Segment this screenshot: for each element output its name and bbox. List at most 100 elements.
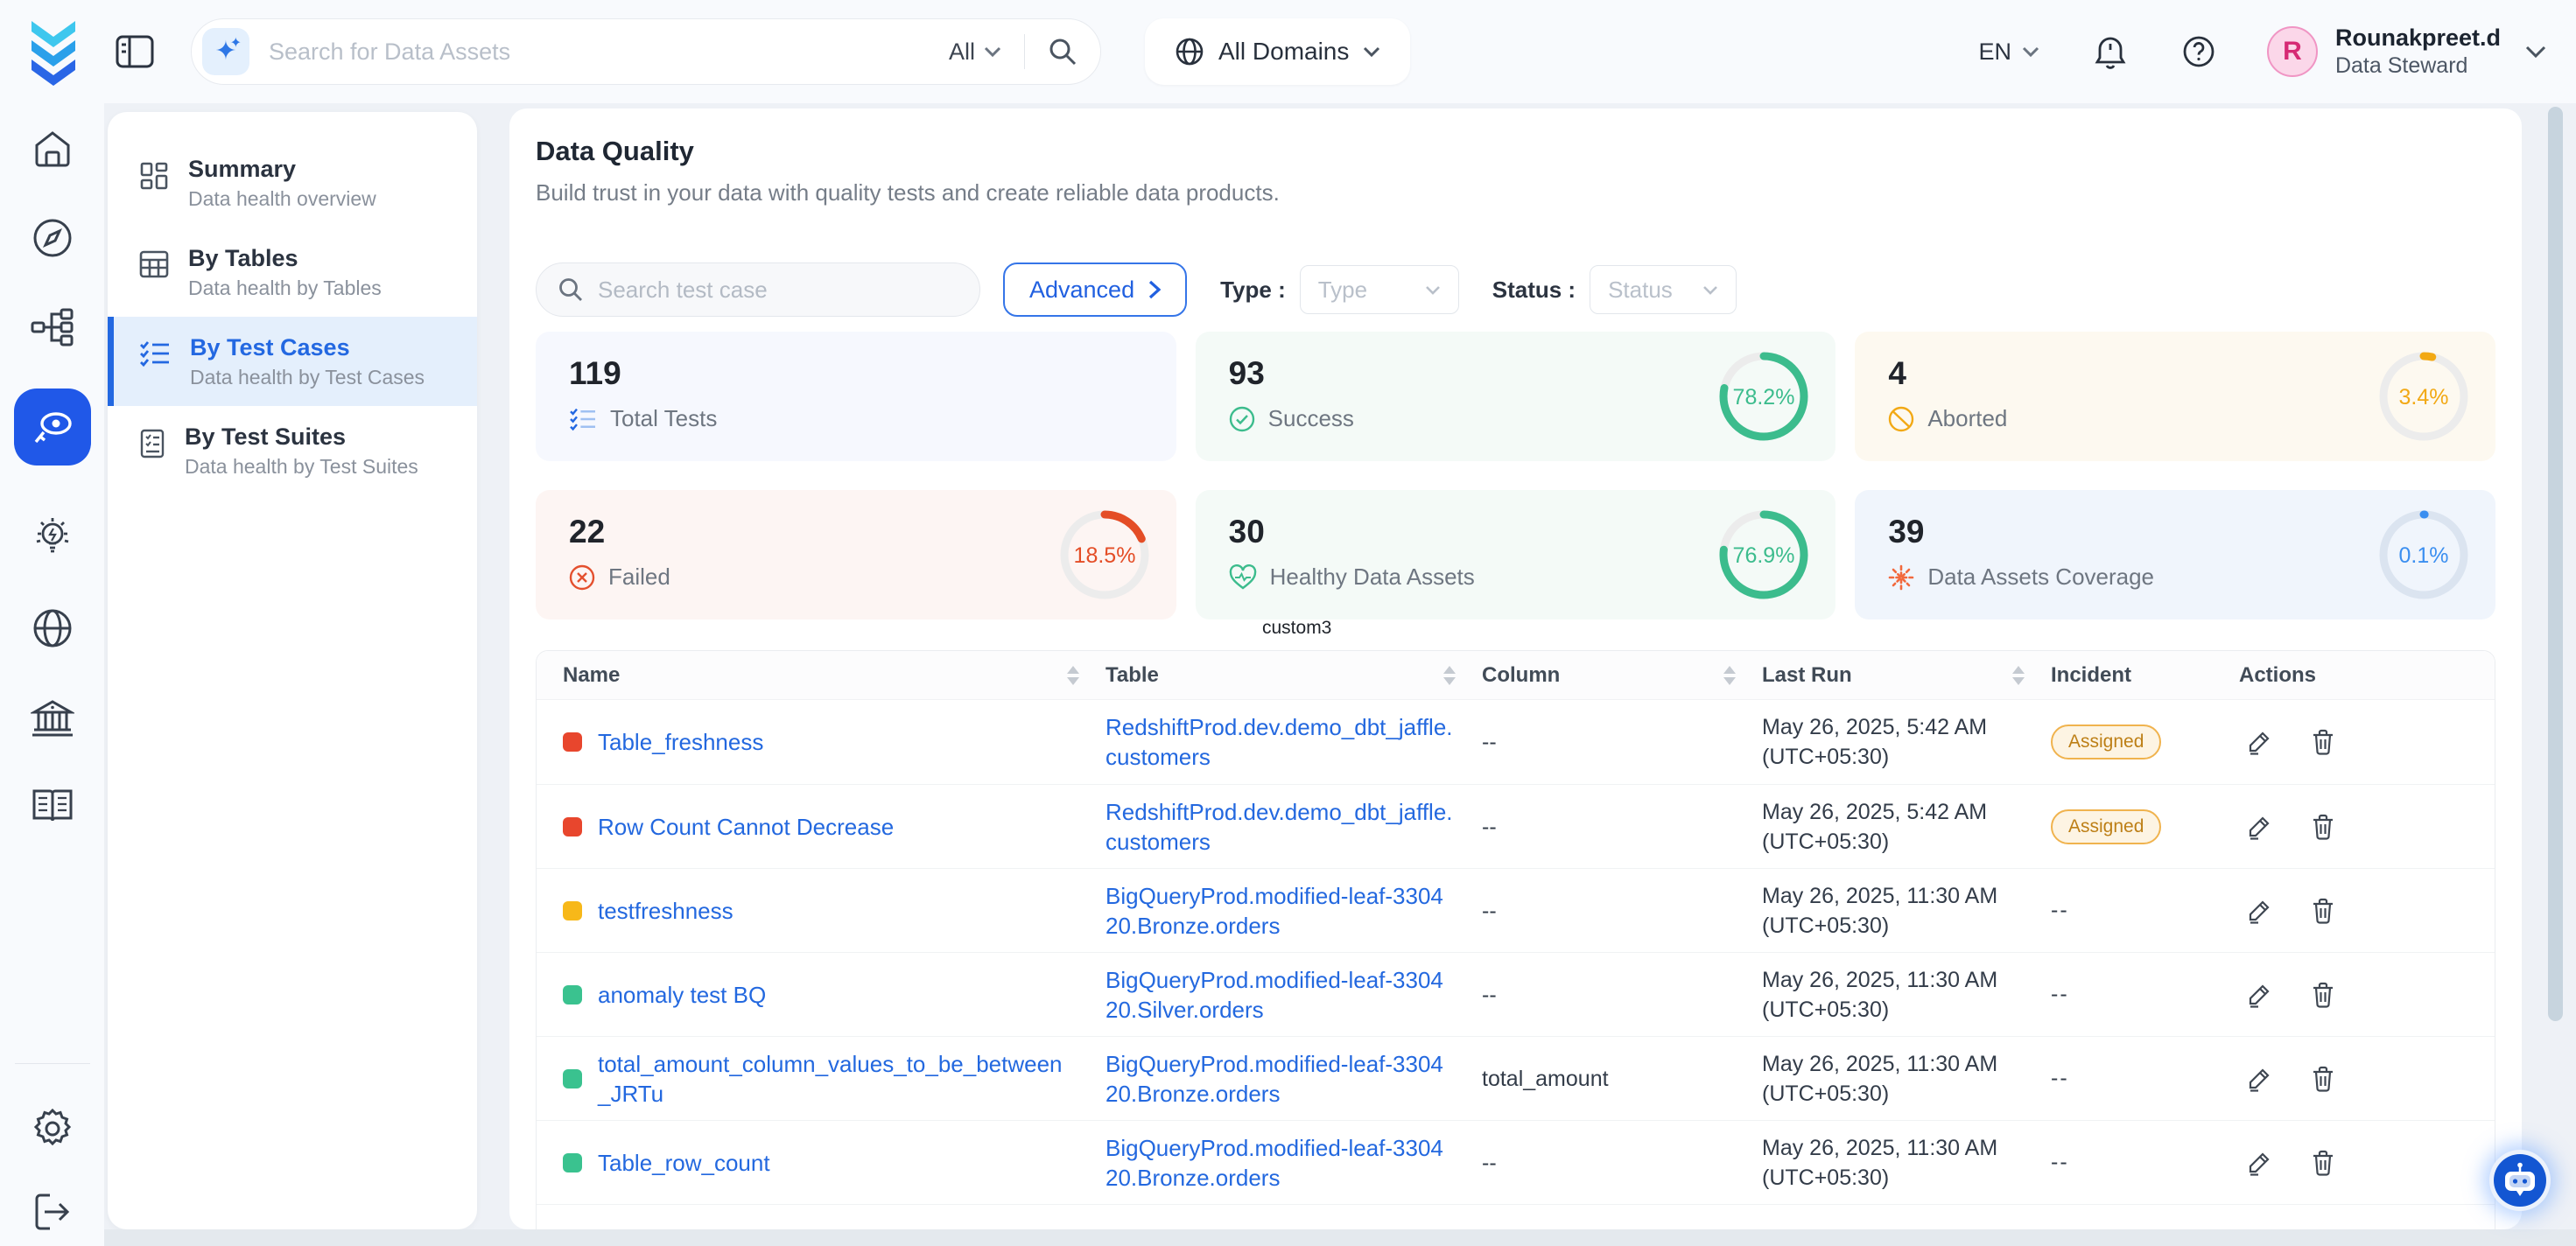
explore-compass-icon[interactable] xyxy=(32,217,74,259)
test-case-name-link[interactable]: Row Count Cannot Decrease xyxy=(598,812,894,842)
stat-card-aborted: 4 Aborted 3.4% xyxy=(1855,332,2495,461)
type-placeholder: Type xyxy=(1318,276,1367,304)
sort-icon[interactable] xyxy=(1067,666,1079,685)
incident-cell: -- xyxy=(2051,1150,2239,1175)
delete-icon[interactable] xyxy=(2311,1066,2335,1092)
home-icon[interactable] xyxy=(32,130,73,168)
delete-icon[interactable] xyxy=(2311,898,2335,924)
incident-badge: -- xyxy=(2051,1150,2069,1174)
test-case-name-link[interactable]: Table_freshness xyxy=(598,727,763,757)
edit-icon[interactable] xyxy=(2246,1066,2272,1092)
column-header-label: Incident xyxy=(2051,663,2131,688)
edit-icon[interactable] xyxy=(2246,729,2272,755)
edit-icon[interactable] xyxy=(2246,814,2272,840)
svg-text:0.1%: 0.1% xyxy=(2399,543,2449,568)
nav-item-by-test-cases[interactable]: By Test Cases Data health by Test Cases xyxy=(108,317,477,406)
slash-circle-icon xyxy=(1888,406,1914,432)
ai-sparkle-icon[interactable]: ✦✦ xyxy=(202,28,249,75)
search-submit-icon[interactable] xyxy=(1048,37,1077,66)
column-header-actions: Actions xyxy=(2239,663,2495,688)
page-title: Data Quality xyxy=(536,135,2495,168)
test-suites-icon xyxy=(139,429,165,458)
table-link[interactable]: BigQueryProd.modified-leaf-330420.Bronze… xyxy=(1106,881,1456,941)
table-link[interactable]: RedshiftProd.dev.demo_dbt_jaffle.custome… xyxy=(1106,712,1456,772)
last-run-cell: May 26, 2025, 5:42 AM (UTC+05:30) xyxy=(1762,797,2029,857)
nav-item-title: By Test Cases xyxy=(190,332,425,362)
glossary-book-icon[interactable] xyxy=(31,788,74,824)
donut-chart: 76.9% xyxy=(1715,506,1813,604)
advanced-filter-button[interactable]: Advanced xyxy=(1003,262,1187,317)
tables-icon xyxy=(139,250,169,278)
user-menu[interactable]: Rounakpreet.d Data Steward xyxy=(2335,24,2501,80)
stat-card-failed: 22 Failed 18.5% xyxy=(536,490,1176,620)
column-header-name[interactable]: Name xyxy=(537,663,1106,688)
table-link[interactable]: RedshiftProd.dev.demo_dbt_jaffle.custome… xyxy=(1106,797,1456,857)
edit-icon[interactable] xyxy=(2246,982,2272,1008)
x-circle-icon xyxy=(569,564,595,591)
nav-item-by-test-suites[interactable]: By Test Suites Data health by Test Suite… xyxy=(108,406,477,495)
global-search-bar: ✦✦ All xyxy=(191,18,1101,85)
insights-bulb-icon[interactable] xyxy=(31,514,74,558)
check-circle-icon xyxy=(1229,406,1255,432)
all-domains-button[interactable]: All Domains xyxy=(1145,18,1410,85)
last-run-cell: May 26, 2025, 5:42 AM (UTC+05:30) xyxy=(1762,712,2029,772)
lineage-icon[interactable] xyxy=(31,308,74,346)
delete-icon[interactable] xyxy=(2311,1150,2335,1176)
test-case-search-input[interactable] xyxy=(598,276,958,304)
search-icon xyxy=(558,276,584,303)
table-link[interactable]: BigQueryProd.modified-leaf-330420.Silver… xyxy=(1106,965,1456,1025)
user-avatar[interactable]: R xyxy=(2267,26,2318,77)
stat-card-healthy-data-assets: 30 Healthy Data Assets 76.9% xyxy=(1196,490,1836,620)
left-icon-rail xyxy=(0,103,104,1246)
domains-globe-icon[interactable] xyxy=(32,607,74,649)
sidebar-toggle-icon[interactable] xyxy=(116,35,154,68)
sort-icon[interactable] xyxy=(1723,666,1736,685)
chat-bot-button[interactable] xyxy=(2489,1150,2551,1211)
table-link[interactable]: BigQueryProd.modified-leaf-330420.Bronze… xyxy=(1106,1049,1456,1109)
stat-label: Total Tests xyxy=(610,405,717,432)
settings-gear-icon[interactable] xyxy=(32,1108,74,1150)
sort-icon[interactable] xyxy=(1443,666,1456,685)
test-cases-icon xyxy=(139,340,171,368)
test-case-name-link[interactable]: total_amount_column_values_to_be_between… xyxy=(598,1049,1070,1109)
status-filter-select[interactable]: Status xyxy=(1590,265,1737,314)
main-content: Data Quality Build trust in your data wi… xyxy=(509,108,2522,1229)
global-search-input[interactable] xyxy=(269,38,949,66)
test-case-name-link[interactable]: anomaly test BQ xyxy=(598,980,766,1010)
stat-label: Failed xyxy=(608,564,670,591)
sort-icon[interactable] xyxy=(2012,666,2025,685)
incident-badge: Assigned xyxy=(2051,724,2161,760)
chevron-down-icon xyxy=(2022,46,2039,57)
nav-item-summary[interactable]: Summary Data health overview xyxy=(108,138,477,228)
delete-icon[interactable] xyxy=(2311,814,2335,840)
delete-icon[interactable] xyxy=(2311,729,2335,755)
status-indicator xyxy=(563,732,582,752)
column-header-column[interactable]: Column xyxy=(1482,663,1762,688)
edit-icon[interactable] xyxy=(2246,898,2272,924)
vertical-scrollbar-thumb[interactable] xyxy=(2548,107,2563,1021)
user-menu-chevron-icon[interactable] xyxy=(2525,46,2546,58)
column-header-last-run[interactable]: Last Run xyxy=(1762,663,2051,688)
horizontal-scrollbar[interactable] xyxy=(104,1229,2576,1246)
column-header-incident: Incident xyxy=(2051,663,2239,688)
page-subtitle: Build trust in your data with quality te… xyxy=(536,178,2495,206)
chevron-down-icon xyxy=(1425,285,1441,295)
nav-item-by-tables[interactable]: By Tables Data health by Tables xyxy=(108,228,477,317)
test-case-name-link[interactable]: Table_row_count xyxy=(598,1148,770,1178)
notifications-bell-icon[interactable] xyxy=(2094,33,2127,70)
govern-bank-icon[interactable] xyxy=(31,698,74,738)
delete-icon[interactable] xyxy=(2311,982,2335,1008)
language-dropdown[interactable]: EN xyxy=(1978,38,2039,66)
logout-icon[interactable] xyxy=(32,1192,73,1232)
table-link[interactable]: BigQueryProd.modified-leaf-330420.Bronze… xyxy=(1106,1133,1456,1193)
table-row: testfreshness BigQueryProd.modified-leaf… xyxy=(537,868,2495,952)
observability-active-icon[interactable] xyxy=(14,388,91,466)
edit-icon[interactable] xyxy=(2246,1150,2272,1176)
app-logo-icon[interactable] xyxy=(25,18,82,86)
help-icon[interactable] xyxy=(2181,34,2216,69)
table-row: Row Count Cannot Decrease RedshiftProd.d… xyxy=(537,784,2495,868)
search-scope-dropdown[interactable]: All xyxy=(949,38,1001,66)
test-case-name-link[interactable]: testfreshness xyxy=(598,896,733,926)
type-filter-select[interactable]: Type xyxy=(1300,265,1459,314)
column-header-table[interactable]: Table xyxy=(1106,663,1482,688)
